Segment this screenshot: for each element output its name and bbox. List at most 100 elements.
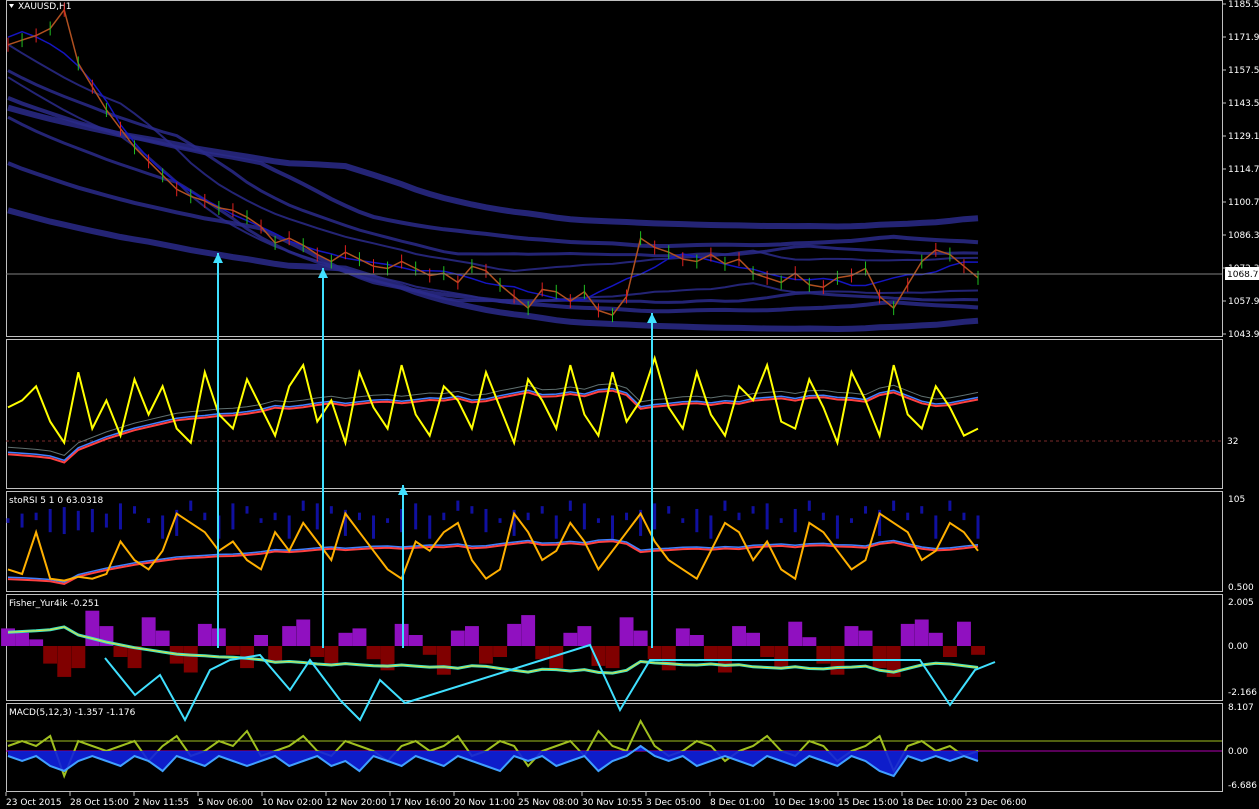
fisher-bar	[465, 626, 479, 646]
y-tick-label: 105	[1228, 495, 1245, 505]
macd-title: MACD(5,12,3) -1.357 -1.176	[9, 708, 136, 718]
fisher-bar	[183, 646, 198, 673]
osc1-level-label: 32	[1227, 437, 1238, 447]
x-axis: 23 Oct 2015 28 Oct 15:00 2 Nov 11:55 5 Nov …	[5, 792, 1027, 808]
macd-y-ticks: 8.107 0.00 -6.686	[1228, 703, 1257, 791]
main-y-ticks: 1185.50 1171.90 1157.50 1143.50 1129.10 1114.…	[1222, 0, 1259, 340]
fisher-bar	[141, 617, 156, 646]
fisher-histogram	[1, 610, 985, 677]
x-tick-label: 10 Dec 19:00	[774, 798, 835, 808]
y-tick-label: 1043.90	[1228, 330, 1259, 340]
fisher-bar	[760, 646, 775, 657]
y-tick-label: 0.500	[1228, 583, 1254, 593]
fisher-bar	[900, 623, 915, 646]
fisher-bar	[507, 623, 522, 646]
envelope-band	[7, 43, 979, 273]
y-tick-label: 0.00	[1228, 642, 1248, 652]
fisher-bar	[15, 632, 29, 646]
fisher-bar	[366, 646, 381, 660]
y-tick-label: 1072.30	[1228, 264, 1259, 274]
x-tick-label: 10 Nov 02:00	[262, 798, 323, 808]
y-tick-label: 1157.50	[1228, 66, 1259, 76]
fisher-bar	[619, 617, 634, 646]
osc2-title: stoRSI 5 1 0 63.0318	[9, 496, 103, 506]
fisher-bar	[113, 646, 128, 657]
fisher-bar	[268, 646, 283, 662]
fisher-bar	[971, 646, 985, 655]
fisher-bar	[661, 646, 676, 671]
fisher-bar	[29, 639, 44, 646]
fisher-bar	[352, 628, 367, 646]
fisher-bar	[479, 646, 493, 664]
macd-series	[7, 718, 979, 779]
y-tick-label: 1143.50	[1228, 99, 1259, 109]
fisher-title: Fisher_Yur4ik -0.251	[9, 599, 99, 609]
x-tick-label: 5 Nov 06:00	[198, 798, 253, 808]
fisher-bar	[155, 630, 170, 646]
y-tick-label: -2.166	[1228, 688, 1257, 698]
fisher-bar	[521, 615, 536, 646]
fisher-bar	[338, 632, 353, 646]
y-tick-label: 1086.30	[1228, 231, 1259, 241]
x-tick-label: 23 Dec 06:00	[966, 798, 1027, 808]
x-tick-label: 20 Nov 11:00	[454, 798, 515, 808]
y-tick-label: -6.686	[1228, 781, 1257, 791]
x-tick-label: 3 Dec 05:00	[646, 798, 701, 808]
fisher-bar	[802, 637, 817, 646]
y-tick-label: 8.107	[1228, 703, 1254, 713]
fisher-bar	[689, 635, 704, 646]
fisher-bar	[493, 646, 507, 657]
fisher-bar	[535, 646, 550, 660]
fisher-bar	[647, 646, 662, 660]
y-tick-label: 1185.50	[1228, 0, 1259, 10]
main-title: XAUUSD,H1	[9, 2, 72, 12]
y-tick-label: 1114.70	[1228, 165, 1259, 175]
signal-arrow-head	[398, 485, 408, 495]
x-tick-label: 17 Nov 16:00	[390, 798, 451, 808]
fisher-y-ticks: 2.005 0.00 -2.166	[1228, 598, 1257, 698]
fisher-bar	[71, 646, 86, 669]
x-tick-label: 8 Dec 01:00	[710, 798, 765, 808]
envelope-band	[7, 161, 979, 314]
fisher-bar	[943, 646, 957, 657]
signal-arrow-head	[647, 313, 657, 323]
x-tick-label: 28 Oct 15:00	[70, 798, 129, 808]
fisher-bar	[226, 646, 240, 655]
chart-canvas: XAUUSD,H1 stoRSI 5 1 0 63.0318 Fisher_Yu…	[1, 0, 1259, 808]
fisher-bar	[844, 626, 859, 646]
fisher-bar	[928, 632, 943, 646]
fisher-bar	[633, 630, 648, 646]
fisher-bar	[324, 646, 339, 666]
osc1-slow-line	[7, 389, 979, 464]
fisher-bar	[57, 646, 72, 677]
y-tick-label: 1129.10	[1228, 132, 1259, 142]
y-tick-label: 1171.90	[1228, 33, 1259, 43]
fisher-bar	[436, 646, 451, 675]
osc1-panel-frame	[6, 339, 1223, 489]
x-tick-label: 30 Nov 10:55	[582, 798, 643, 808]
y-tick-label: 2.005	[1228, 598, 1254, 608]
fisher-bar	[43, 646, 58, 664]
fisher-bar	[394, 623, 409, 646]
fisher-bar	[746, 632, 760, 646]
osc1-envelope	[7, 383, 979, 456]
fisher-bar	[197, 623, 212, 646]
fisher-bar	[408, 635, 423, 646]
fisher-bar	[450, 630, 465, 646]
y-tick-label: 0.00	[1228, 747, 1248, 757]
fisher-bar	[732, 626, 746, 646]
osc2-series	[6, 500, 980, 585]
fisher-bar	[788, 621, 803, 646]
x-tick-label: 25 Nov 08:00	[518, 798, 579, 808]
fisher-bar	[282, 626, 297, 646]
fisher-bar	[957, 621, 971, 646]
y-tick-label: 1100.70	[1228, 198, 1259, 208]
osc1-series	[7, 354, 979, 464]
y-tick-label: 1057.90	[1228, 297, 1259, 307]
fisher-bar	[296, 619, 311, 646]
x-tick-label: 15 Dec 15:00	[838, 798, 899, 808]
fisher-bar	[675, 628, 690, 646]
fisher-bar	[858, 630, 873, 646]
fisher-bar	[254, 635, 268, 646]
osc2-y-ticks: 105 0.500	[1228, 495, 1254, 593]
